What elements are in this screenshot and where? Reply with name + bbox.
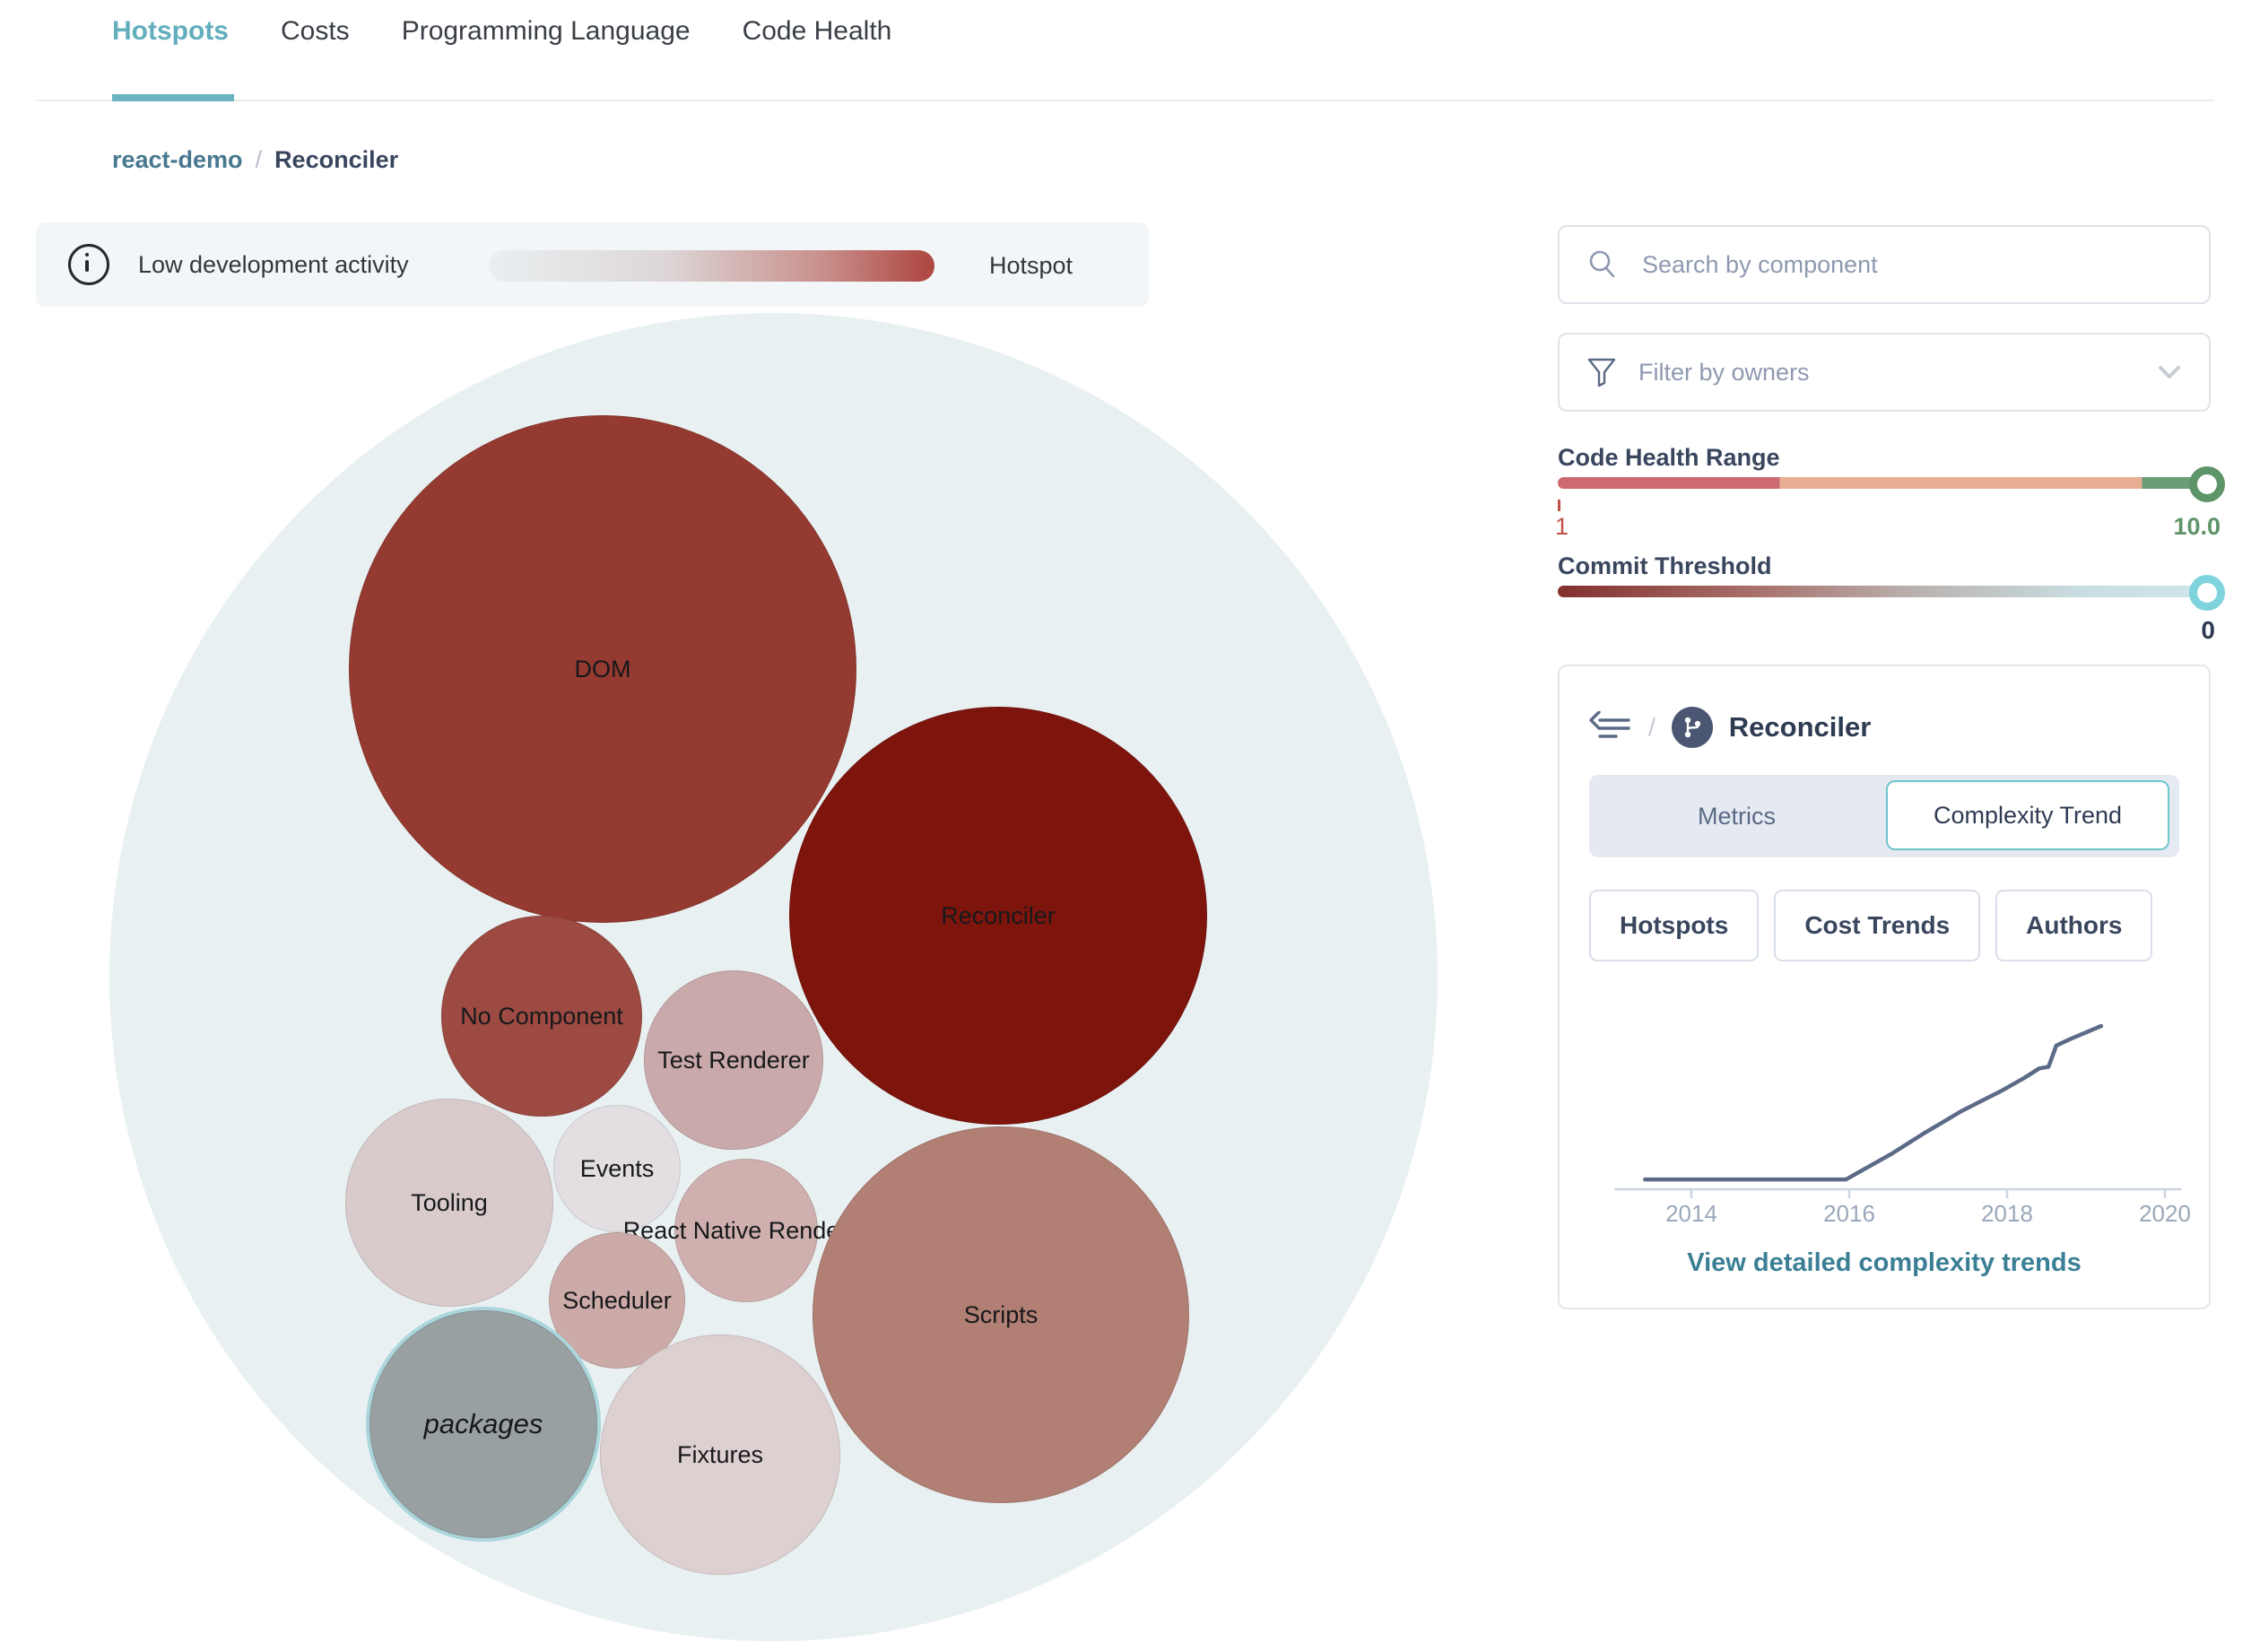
filter-dropdown[interactable]: Filter by owners: [1558, 333, 2211, 412]
filter-funnel-icon: [1586, 356, 1617, 388]
bubble-dom[interactable]: DOM: [349, 415, 856, 923]
x-tick-2020: 2020: [2139, 1200, 2190, 1227]
bubble-label: DOM: [574, 655, 631, 683]
panel-tab-group: Metrics Complexity Trend: [1589, 775, 2179, 857]
complexity-trend-chart: 2014 2016 2018 2020: [1614, 1023, 2190, 1227]
code-health-range-label: Code Health Range: [1558, 444, 1780, 471]
top-nav: Hotspots Costs Programming Language Code…: [112, 16, 891, 47]
hotspots-page: Hotspots Costs Programming Language Code…: [0, 0, 2251, 1652]
legend-high-label: Hotspot: [989, 252, 1073, 279]
bubble-label: packages: [423, 1408, 543, 1439]
authors-button[interactable]: Authors: [1995, 890, 2153, 961]
filter-label: Filter by owners: [1638, 358, 1810, 386]
panel-title: Reconciler: [1728, 711, 1872, 743]
hotspots-button[interactable]: Hotspots: [1589, 890, 1760, 961]
code-health-min-tick: [1558, 500, 1560, 511]
tab-costs[interactable]: Costs: [281, 16, 350, 47]
bubble-tooling[interactable]: Tooling: [345, 1099, 553, 1307]
back-to-list-icon[interactable]: [1589, 711, 1632, 743]
tab-hotspots[interactable]: Hotspots: [112, 16, 229, 47]
bubble-scripts[interactable]: Scripts: [813, 1126, 1189, 1503]
chevron-down-icon[interactable]: [2155, 363, 2184, 381]
bubble-label: Tooling: [411, 1188, 488, 1216]
bubble-label: Events: [579, 1154, 655, 1182]
search-input[interactable]: [1640, 249, 2209, 280]
info-icon[interactable]: [68, 244, 109, 285]
legend-low-label: Low development activity: [138, 250, 409, 278]
activity-gradient-bar: [489, 250, 934, 282]
view-complexity-trends-link[interactable]: View detailed complexity trends: [1558, 1248, 2211, 1278]
commit-threshold-handle[interactable]: [2189, 575, 2225, 611]
bubble-fixtures[interactable]: Fixtures: [600, 1335, 840, 1575]
bubble-react-native-renderer[interactable]: React Native Renderer: [623, 1159, 869, 1302]
tab-programming-language[interactable]: Programming Language: [402, 16, 691, 47]
panel-path-separator: /: [1648, 713, 1656, 741]
code-health-range-handle[interactable]: [2189, 466, 2225, 502]
panel-header: / Reconciler: [1589, 707, 1871, 748]
x-tick-2016: 2016: [1823, 1200, 1875, 1227]
bubble-no-component[interactable]: No Component: [441, 916, 642, 1117]
code-health-range-track[interactable]: [1558, 477, 2211, 489]
bubble-label: Reconciler: [941, 901, 1056, 929]
activity-legend: Low development activity Hotspot: [36, 222, 1149, 307]
breadcrumb-separator: /: [255, 146, 263, 173]
commit-threshold-value: 0: [2201, 616, 2215, 644]
breadcrumb: react-demo / Reconciler: [112, 146, 398, 174]
cost-trends-button[interactable]: Cost Trends: [1774, 890, 1981, 961]
x-tick-2014: 2014: [1665, 1200, 1717, 1227]
complexity-trend-line: [1643, 1023, 2104, 1182]
nav-divider: [36, 100, 2213, 101]
x-tick-2018: 2018: [1981, 1200, 2033, 1227]
commit-threshold-label: Commit Threshold: [1558, 552, 1772, 579]
code-health-min-label: 1: [1555, 513, 1569, 540]
bubble-label: No Component: [460, 1002, 623, 1030]
panel-tab-complexity-trend[interactable]: Complexity Trend: [1886, 780, 2169, 850]
code-health-max-label: 10.0: [2173, 513, 2221, 540]
search-box: [1558, 225, 2211, 304]
panel-action-buttons: Hotspots Cost Trends Authors: [1589, 890, 2153, 961]
bubble-test-renderer[interactable]: Test Renderer: [644, 970, 823, 1150]
breadcrumb-project-link[interactable]: react-demo: [112, 146, 243, 174]
bubble-label: Scripts: [963, 1300, 1039, 1328]
search-icon: [1586, 248, 1619, 281]
bubble-events[interactable]: Events: [553, 1105, 681, 1232]
commit-threshold-track[interactable]: [1558, 586, 2211, 597]
bubble-label: Scheduler: [562, 1286, 672, 1314]
bubble-reconciler[interactable]: Reconciler: [789, 707, 1207, 1125]
tab-code-health[interactable]: Code Health: [743, 16, 892, 47]
git-branch-icon: [1671, 707, 1713, 748]
bubble-label: Test Renderer: [657, 1046, 810, 1074]
bubble-label: Fixtures: [676, 1440, 764, 1468]
breadcrumb-current: Reconciler: [274, 146, 399, 173]
panel-tab-metrics[interactable]: Metrics: [1589, 775, 1884, 857]
bubble-packages[interactable]: packages: [369, 1310, 597, 1538]
active-tab-underline: [112, 94, 234, 101]
